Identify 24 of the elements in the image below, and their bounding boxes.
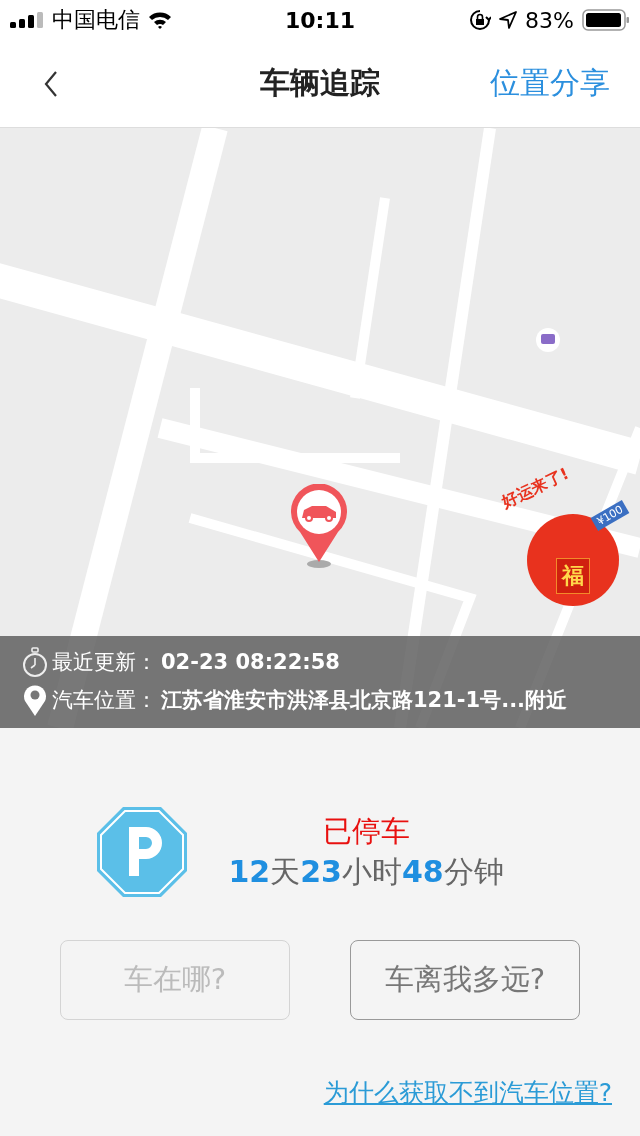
parking-sign-icon xyxy=(96,806,189,898)
car-pin-icon xyxy=(288,484,350,568)
share-location-button[interactable]: 位置分享 xyxy=(490,63,610,104)
info-label: 汽车位置： xyxy=(52,687,157,714)
page-title: 车辆追踪 xyxy=(259,64,381,102)
info-value: 02-23 08:22:58 xyxy=(161,650,340,674)
lucky-bag-drawing[interactable]: 好运来了! ¥100 福 xyxy=(500,468,630,608)
map-poi-icon xyxy=(536,328,560,352)
location-pin-icon xyxy=(22,683,48,717)
parking-duration: 12天23小时48分钟 xyxy=(228,852,504,891)
rotation-lock-icon xyxy=(469,9,492,31)
status-time: 10:11 xyxy=(284,7,356,33)
help-link[interactable]: 为什么获取不到汽车位置? xyxy=(323,1076,612,1109)
stopwatch-icon xyxy=(22,647,48,677)
action-button[interactable]: 车离我多远? xyxy=(350,940,580,1020)
info-label: 最近更新： xyxy=(52,649,157,676)
carrier-name: 中国电信 xyxy=(52,6,140,34)
info-value: 江苏省淮安市洪泽县北京路121-1号...附近 xyxy=(161,687,568,714)
wifi-icon xyxy=(148,11,172,29)
battery-percent: 83% xyxy=(525,7,574,33)
battery-icon xyxy=(582,9,630,31)
location-arrow-icon xyxy=(499,11,518,29)
parking-status: 已停车 xyxy=(322,812,410,850)
signal-icon xyxy=(10,12,44,28)
